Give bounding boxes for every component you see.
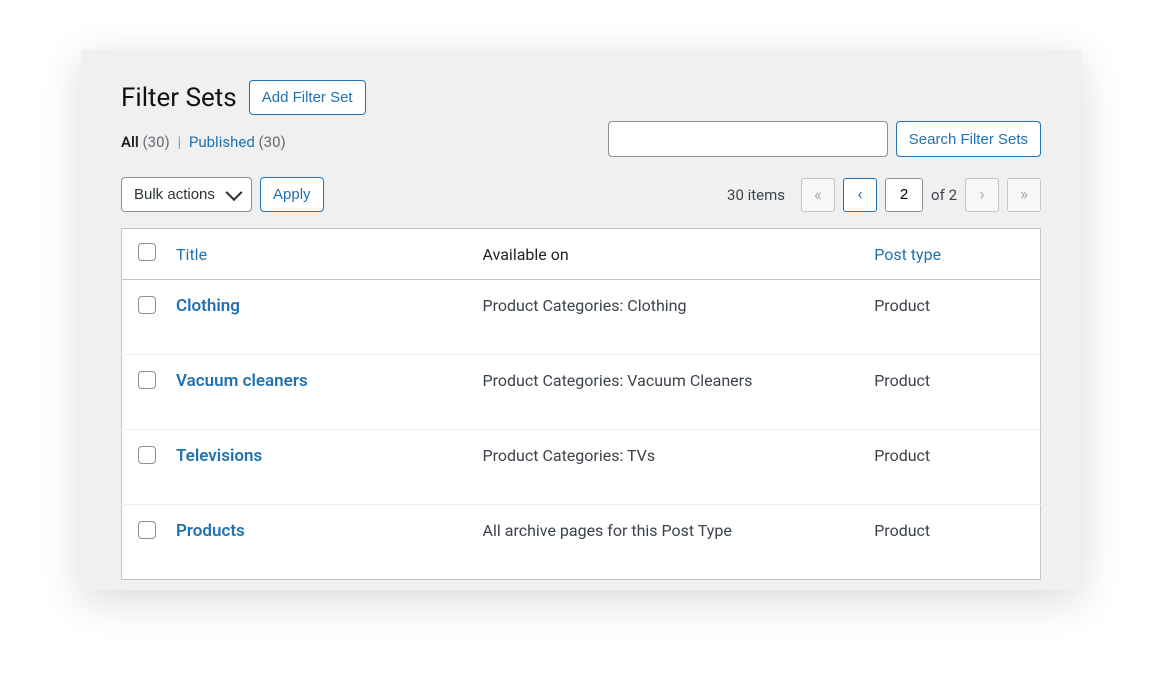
select-all-col	[122, 229, 167, 280]
column-title[interactable]: Title	[166, 229, 473, 280]
pagination-count: 30 items	[727, 186, 785, 204]
page-title: Filter Sets	[121, 83, 237, 113]
search-button[interactable]: Search Filter Sets	[896, 121, 1041, 157]
row-available: Product Categories: Clothing	[473, 280, 865, 355]
column-available: Available on	[473, 229, 865, 280]
view-published[interactable]: Published (30)	[189, 133, 286, 151]
table-row: Clothing Product Categories: Clothing Pr…	[122, 280, 1041, 355]
table-row: Products All archive pages for this Post…	[122, 505, 1041, 580]
row-posttype: Product	[864, 355, 1040, 430]
select-all-checkbox[interactable]	[138, 243, 156, 261]
view-all[interactable]: All (30)	[121, 133, 174, 151]
admin-panel: Filter Sets Add Filter Set All (30) | Pu…	[81, 50, 1081, 590]
filter-sets-table: Title Available on Post type Clothing Pr…	[121, 228, 1041, 580]
last-page-button: »	[1007, 178, 1041, 212]
first-page-button: «	[801, 178, 835, 212]
row-available: Product Categories: Vacuum Cleaners	[473, 355, 865, 430]
row-checkbox[interactable]	[138, 446, 156, 464]
actions-row: Bulk actions Apply 30 items « ‹ of 2 › »	[121, 177, 1041, 212]
row-checkbox[interactable]	[138, 296, 156, 314]
current-page-input[interactable]	[885, 178, 923, 212]
apply-button[interactable]: Apply	[260, 177, 324, 212]
row-checkbox[interactable]	[138, 371, 156, 389]
row-title-link[interactable]: Vacuum cleaners	[176, 371, 308, 391]
table-row: Televisions Product Categories: TVs Prod…	[122, 430, 1041, 505]
page-total: of 2	[931, 186, 957, 204]
next-page-button: ›	[965, 178, 999, 212]
row-posttype: Product	[864, 280, 1040, 355]
bulk-select-wrap: Bulk actions	[121, 177, 252, 212]
bulk-action-select[interactable]: Bulk actions	[121, 177, 252, 212]
row-checkbox[interactable]	[138, 521, 156, 539]
table-row: Vacuum cleaners Product Categories: Vacu…	[122, 355, 1041, 430]
column-posttype[interactable]: Post type	[864, 229, 1040, 280]
row-title-link[interactable]: Clothing	[176, 296, 240, 316]
row-title-link[interactable]: Products	[176, 521, 245, 541]
bulk-actions: Bulk actions Apply	[121, 177, 324, 212]
row-available: Product Categories: TVs	[473, 430, 865, 505]
row-posttype: Product	[864, 505, 1040, 580]
row-posttype: Product	[864, 430, 1040, 505]
row-title-link[interactable]: Televisions	[176, 446, 262, 466]
search-input[interactable]	[608, 121, 888, 157]
row-available: All archive pages for this Post Type	[473, 505, 865, 580]
page-header: Filter Sets Add Filter Set	[121, 80, 1041, 115]
pagination: 30 items « ‹ of 2 › »	[727, 178, 1041, 212]
prev-page-button[interactable]: ‹	[843, 178, 877, 212]
add-filter-set-button[interactable]: Add Filter Set	[249, 80, 366, 115]
